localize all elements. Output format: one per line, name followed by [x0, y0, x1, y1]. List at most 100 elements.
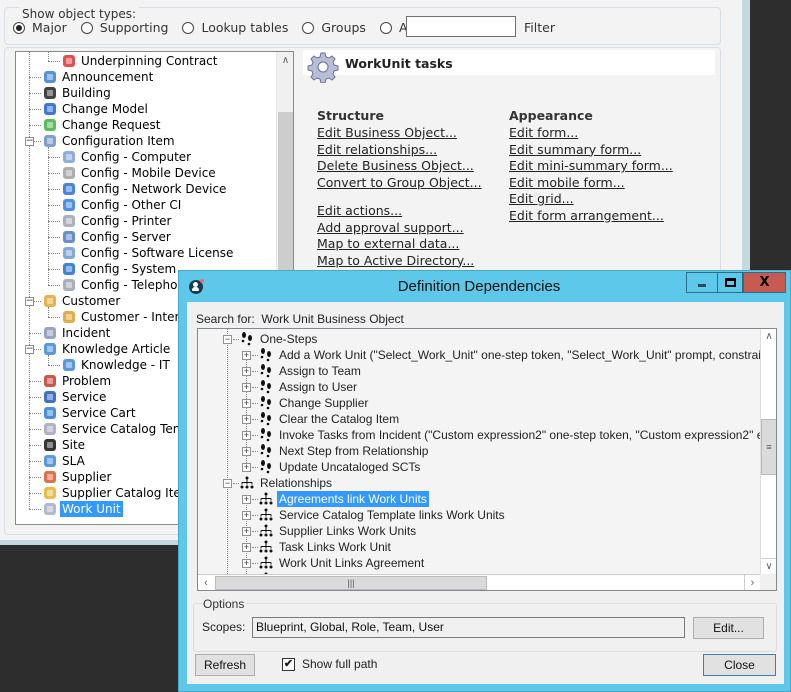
edit-mobile-form-link[interactable]: Edit mobile form...	[509, 175, 673, 192]
edit-business-object-link[interactable]: Edit Business Object...	[317, 125, 482, 142]
edit-mini-summary-form-link[interactable]: Edit mini-summary form...	[509, 158, 673, 175]
edit-form-link[interactable]: Edit form...	[509, 125, 673, 142]
dependency-item[interactable]: Assign to User	[258, 379, 359, 395]
edit-summary-form-link[interactable]: Edit summary form...	[509, 142, 673, 159]
tree-item[interactable]: Incident	[42, 325, 112, 341]
tree-item[interactable]: Config - Network Device	[61, 181, 228, 197]
radio-indicator[interactable]	[302, 21, 315, 34]
radio-indicator[interactable]	[80, 21, 93, 34]
radio-supporting[interactable]: Supporting	[80, 20, 168, 35]
tree-item[interactable]: Config - Printer	[61, 213, 173, 229]
tree-item[interactable]: Building	[42, 85, 113, 101]
expand-icon[interactable]: +	[242, 447, 251, 456]
dependency-item[interactable]: Add a Work Unit ("Select_Work_Unit" one-…	[258, 347, 776, 363]
convert-to-group-object-link[interactable]: Convert to Group Object...	[317, 175, 482, 192]
edit-grid-link[interactable]: Edit grid...	[509, 191, 673, 208]
tree-item[interactable]: Config - Computer	[61, 149, 193, 165]
tree-item[interactable]: Config - Software License	[61, 245, 235, 261]
radio-groups[interactable]: Groups	[302, 20, 366, 35]
radio-indicator[interactable]	[379, 21, 392, 34]
radio-lookup-tables[interactable]: Lookup tables	[182, 20, 288, 35]
expand-icon[interactable]: +	[242, 367, 251, 376]
collapse-icon[interactable]: −	[25, 297, 34, 306]
expand-icon[interactable]: +	[242, 383, 251, 392]
map-to-active-directory-link[interactable]: Map to Active Directory...	[317, 253, 482, 270]
radio-major[interactable]: Major	[13, 20, 67, 35]
scroll-up-icon[interactable]: ∧	[277, 52, 294, 69]
tree-item[interactable]: Problem	[42, 373, 113, 389]
dependency-group[interactable]: Relationships	[239, 475, 334, 491]
dependencies-horizontal-scrollbar[interactable]: ‹ ||| ›	[198, 574, 760, 590]
collapse-icon[interactable]: −	[25, 137, 34, 146]
tree-item[interactable]: Config - System	[61, 261, 178, 277]
radio-indicator[interactable]	[182, 21, 195, 34]
tree-item[interactable]: Config - Telephony	[61, 277, 194, 293]
expand-icon[interactable]: +	[242, 463, 251, 472]
edit-actions-link[interactable]: Edit actions...	[317, 203, 482, 220]
radio-indicator[interactable]	[13, 21, 25, 34]
expand-icon[interactable]: +	[242, 527, 251, 536]
scrollbar-thumb[interactable]: |||	[215, 576, 487, 590]
expand-icon[interactable]: +	[242, 511, 251, 520]
tree-item[interactable]: Knowledge - IT	[61, 357, 172, 373]
dependency-item[interactable]: Task Links Work Unit	[258, 539, 393, 555]
dependency-item[interactable]: Change Supplier	[258, 395, 370, 411]
tree-item[interactable]: Config - Other CI	[61, 197, 183, 213]
scrollbar-thumb[interactable]: ≡	[761, 419, 776, 475]
collapse-icon[interactable]: −	[223, 335, 232, 344]
expand-icon[interactable]: +	[242, 431, 251, 440]
checkbox-indicator[interactable]: ✔	[282, 657, 295, 671]
expand-icon[interactable]: +	[242, 495, 251, 504]
expand-icon[interactable]: +	[242, 399, 251, 408]
collapse-icon[interactable]: −	[223, 479, 232, 488]
tree-item[interactable]: Underpinning Contract	[61, 53, 219, 69]
maximize-button[interactable]	[717, 272, 743, 293]
dependency-item[interactable]: Assign to Team	[258, 363, 363, 379]
tree-item[interactable]: Customer	[42, 293, 122, 309]
minimize-button[interactable]	[686, 272, 718, 293]
dependencies-vertical-scrollbar[interactable]: ∧ ≡ ∨	[760, 329, 776, 574]
tree-item[interactable]: Site	[42, 437, 87, 453]
dependency-item[interactable]: Invoke Tasks from Incident ("Custom expr…	[258, 427, 776, 443]
scroll-up-icon[interactable]: ∧	[761, 329, 776, 345]
delete-business-object-link[interactable]: Delete Business Object...	[317, 158, 482, 175]
expand-icon[interactable]: +	[242, 351, 251, 360]
dependency-item[interactable]: Work Unit Links Agreement	[258, 555, 426, 571]
tree-item[interactable]: SLA	[42, 453, 87, 469]
refresh-button[interactable]: Refresh	[195, 654, 255, 676]
edit-scopes-button[interactable]: Edit...	[693, 617, 764, 639]
tree-item[interactable]: Work Unit	[42, 501, 123, 517]
dependency-item[interactable]: Update Uncataloged SCTs	[258, 459, 422, 475]
close-button[interactable]: Close	[703, 654, 776, 676]
filter-input[interactable]	[406, 16, 516, 37]
dependency-item[interactable]: Supplier Links Work Units	[258, 523, 418, 539]
dependency-item[interactable]: Service Catalog Template links Work Unit…	[258, 507, 507, 523]
show-full-path-checkbox[interactable]: ✔ Show full path	[282, 657, 377, 671]
window-close-button[interactable]: X	[743, 272, 786, 293]
tree-item[interactable]: Knowledge Article	[42, 341, 172, 357]
tree-item[interactable]: Supplier Catalog Item	[42, 485, 194, 501]
scopes-field[interactable]: Blueprint, Global, Role, Team, User	[252, 617, 685, 638]
dependencies-tree[interactable]: One-Steps − Add a Work Unit ("Select_Work_…	[197, 328, 777, 591]
map-to-external-data-link[interactable]: Map to external data...	[317, 236, 482, 253]
tree-item[interactable]: Config - Mobile Device	[61, 165, 218, 181]
expand-icon[interactable]: +	[242, 559, 251, 568]
dependency-item[interactable]: Agreements link Work Units	[258, 491, 429, 507]
scroll-right-icon[interactable]: ›	[744, 575, 760, 590]
dependency-item[interactable]: Next Step from Relationship	[258, 443, 430, 459]
tree-item[interactable]: Supplier	[42, 469, 113, 485]
expand-icon[interactable]: +	[242, 415, 251, 424]
add-approval-support-link[interactable]: Add approval support...	[317, 220, 482, 237]
tree-item[interactable]: Change Request	[42, 117, 163, 133]
edit-form-arrangement-link[interactable]: Edit form arrangement...	[509, 208, 673, 225]
tree-item[interactable]: Service	[42, 389, 108, 405]
tree-item[interactable]: Service Cart	[42, 405, 138, 421]
dependency-group[interactable]: One-Steps	[239, 331, 319, 347]
tree-item[interactable]: Change Model	[42, 101, 150, 117]
tree-item[interactable]: Configuration Item	[42, 133, 177, 149]
tree-item[interactable]: Config - Server	[61, 229, 173, 245]
edit-relationships-link[interactable]: Edit relationships...	[317, 142, 482, 159]
scroll-down-icon[interactable]: ∨	[761, 558, 776, 574]
collapse-icon[interactable]: −	[25, 345, 34, 354]
tree-item[interactable]: Announcement	[42, 69, 155, 85]
